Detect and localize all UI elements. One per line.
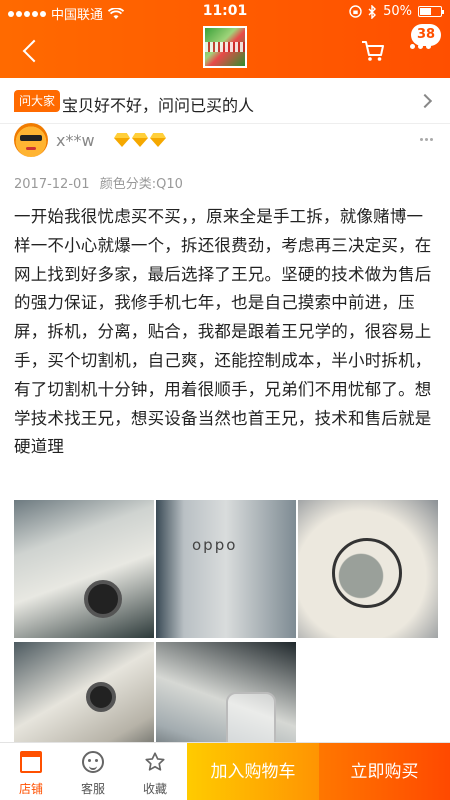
review-photo[interactable] — [14, 500, 154, 638]
store-label: 店铺 — [18, 782, 43, 796]
review-more-icon[interactable] — [420, 138, 433, 141]
diamond-icon — [114, 133, 130, 147]
top-header: 中国联通 11:01 50% 38 — [0, 0, 450, 78]
buy-now-button[interactable]: 立即购买 — [319, 743, 450, 800]
cart-icon[interactable] — [360, 38, 386, 64]
review-photo[interactable] — [298, 500, 438, 638]
orientation-lock-icon — [349, 5, 362, 18]
reviewer-level-badge — [114, 133, 166, 147]
diamond-icon — [150, 133, 166, 147]
store-icon — [20, 751, 42, 773]
customer-service-icon — [82, 751, 104, 773]
ask-prompt: 宝贝好不好，问问已买的人 — [62, 96, 255, 115]
review-variant: 颜色分类:Q10 — [99, 177, 183, 192]
bottom-action-bar: 店铺 客服 收藏 加入购物车 立即购买 — [0, 742, 450, 800]
avatar[interactable] — [14, 123, 48, 157]
favorite-tab[interactable]: 收藏 — [124, 743, 186, 800]
reviewer-name: x**w — [56, 131, 95, 150]
nav-bar: 38 — [0, 24, 450, 78]
favorite-label: 收藏 — [142, 782, 167, 796]
add-to-cart-button[interactable]: 加入购物车 — [187, 743, 319, 800]
photo-brand-text: oppo — [192, 536, 238, 554]
customer-service-label: 客服 — [80, 782, 105, 796]
store-tab[interactable]: 店铺 — [0, 743, 62, 800]
ask-tag: 问大家 — [14, 90, 61, 112]
status-right: 50% — [349, 4, 444, 19]
review-date: 2017-12-01 — [14, 177, 90, 192]
review-meta: 2017-12-01 颜色分类:Q10 — [14, 173, 183, 192]
customer-service-tab[interactable]: 客服 — [62, 743, 124, 800]
status-bar: 中国联通 11:01 50% — [0, 0, 450, 24]
cart-count-badge: 38 — [411, 24, 441, 46]
review-text: 一开始我很忧虑买不买，，原来全是手工拆，就像赌博一样一不小心就爆一个，拆还很费劲… — [14, 207, 432, 457]
product-thumbnail[interactable] — [203, 26, 247, 68]
bluetooth-icon — [368, 4, 377, 19]
battery-icon — [418, 6, 444, 17]
chevron-right-icon — [417, 93, 433, 109]
battery-percent: 50% — [383, 4, 412, 19]
back-arrow-icon[interactable] — [18, 36, 44, 66]
star-icon — [145, 752, 165, 771]
review-photo[interactable]: oppo — [156, 500, 296, 638]
diamond-icon — [132, 133, 148, 147]
ask-everyone-bar[interactable]: 问大家 宝贝好不好，问问已买的人 — [0, 80, 450, 124]
